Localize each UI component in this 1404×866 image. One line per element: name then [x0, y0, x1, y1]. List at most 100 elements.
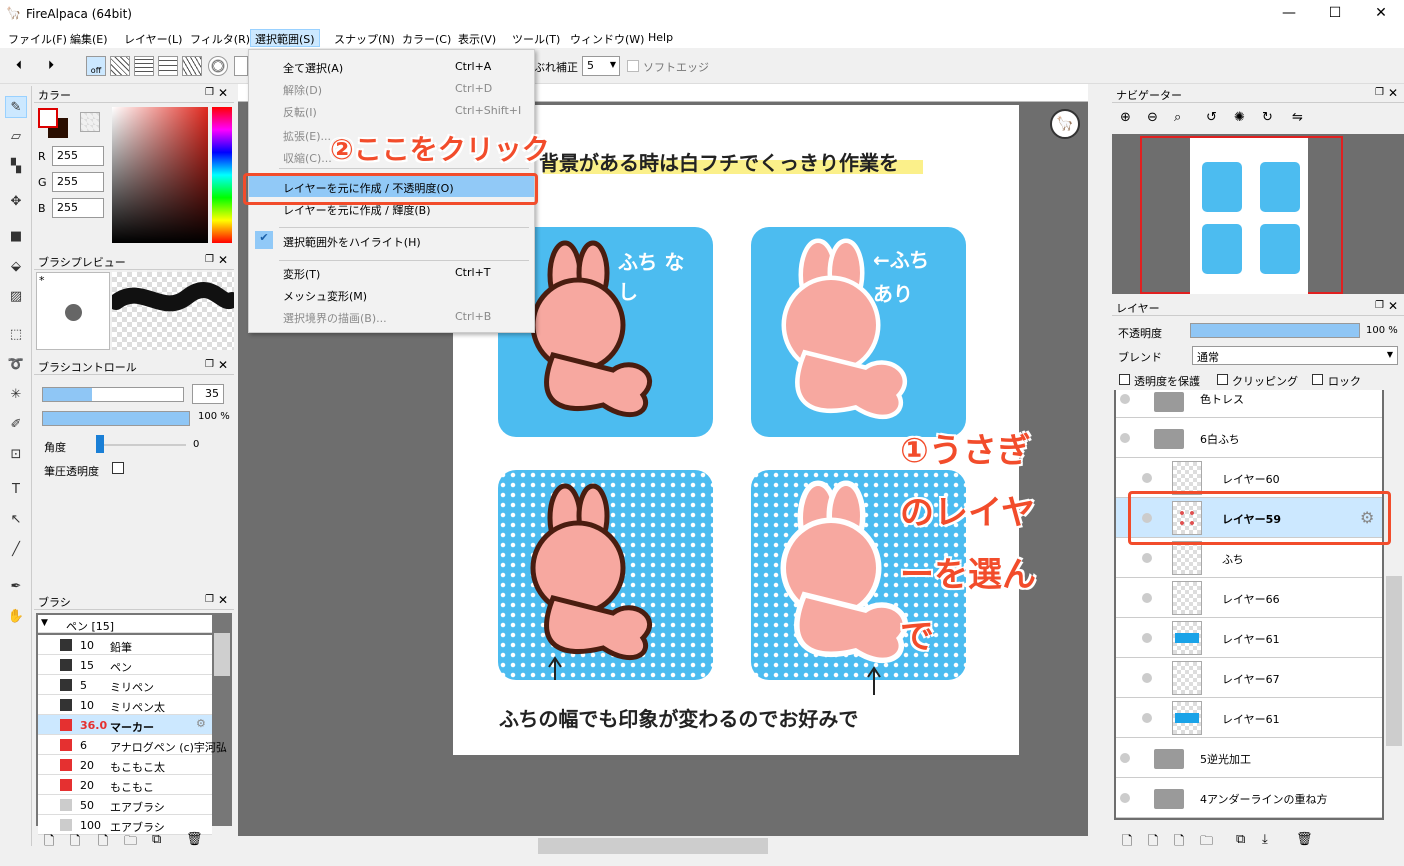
r-input[interactable]: 255 [52, 146, 104, 166]
menu-edit[interactable]: 編集(E) [70, 31, 108, 47]
brush-item[interactable]: 10 鉛筆 [38, 635, 212, 655]
dot-tool-icon[interactable]: ▚ [5, 156, 27, 178]
select-menu-item[interactable]: 全て選択(A) Ctrl+A [249, 56, 534, 77]
brush-item[interactable]: 50 エアブラシ [38, 795, 212, 815]
rotate-reset-icon[interactable]: ✺ [1234, 110, 1245, 125]
color-sv-picker[interactable] [112, 107, 208, 243]
angle-slider-thumb[interactable] [96, 435, 104, 453]
gradient-tool-icon[interactable]: ▨ [5, 286, 27, 308]
pin-icon[interactable]: ❐ [205, 594, 214, 605]
brush-item[interactable]: 10 ミリペン太 [38, 695, 212, 715]
menu-help[interactable]: Help [648, 31, 673, 44]
visibility-eye-icon[interactable] [1120, 394, 1130, 404]
g-input[interactable]: 255 [52, 172, 104, 192]
transparent-color-swatch[interactable] [80, 112, 100, 132]
select-menu-item[interactable]: メッシュ変形(M) [249, 284, 534, 305]
select-menu-item[interactable]: 解除(D) Ctrl+D [249, 78, 534, 99]
layer-row[interactable]: レイヤー61 [1116, 698, 1382, 738]
brush-item[interactable]: 6 アナログペン (c)宇河弘 [38, 735, 227, 755]
divide-tool-icon[interactable]: ╱ [5, 539, 27, 561]
canvas-vertical-scrollbar[interactable] [1090, 102, 1106, 836]
visibility-eye-icon[interactable] [1142, 713, 1152, 723]
canvas-horizontal-scrollbar[interactable] [238, 836, 1090, 856]
brush-list-scrollbar[interactable] [214, 633, 230, 676]
operation-tool-icon[interactable]: ↖ [5, 509, 27, 531]
lasso-tool-icon[interactable]: ➰ [5, 354, 27, 376]
hand-tool-icon[interactable]: ✋ [5, 606, 27, 628]
move-tool-icon[interactable]: ✥ [5, 191, 27, 213]
merge-layer-icon[interactable]: ⤓ [1262, 832, 1268, 847]
visibility-eye-icon[interactable] [1142, 673, 1152, 683]
close-icon[interactable]: ✕ [1388, 86, 1398, 100]
snap-horizontal-icon[interactable] [158, 56, 178, 76]
canvas-scroll-thumb[interactable] [538, 838, 768, 854]
menu-tool[interactable]: ツール(T) [512, 31, 560, 47]
menu-snap[interactable]: スナップ(N) [334, 31, 395, 47]
brush-settings-icon[interactable]: 🗋 [70, 832, 80, 854]
eraser-tool-icon[interactable]: ▱ [5, 126, 27, 148]
pen-tool-icon[interactable]: ✎ [5, 96, 27, 118]
prev-icon[interactable]: ⏴ [16, 58, 22, 73]
gear-icon[interactable]: ⚙ [196, 717, 206, 730]
brush-opacity-slider[interactable] [42, 411, 190, 426]
blend-select[interactable]: 通常 ▼ [1192, 346, 1398, 365]
close-icon[interactable]: ✕ [218, 86, 228, 100]
pin-icon[interactable]: ❐ [1375, 300, 1384, 311]
duplicate-brush-icon[interactable]: ⧉ [152, 832, 161, 847]
flip-icon[interactable]: ⇋ [1292, 110, 1303, 125]
snap-parallel-icon[interactable] [110, 56, 130, 76]
rotate-right-icon[interactable]: ↻ [1262, 110, 1273, 125]
menu-filter[interactable]: フィルタ(R) [190, 31, 250, 47]
layer-row[interactable]: レイヤー67 [1116, 658, 1382, 698]
new-8bit-layer-icon[interactable]: 🗋 [1148, 832, 1158, 854]
snap-circle-icon[interactable] [208, 56, 228, 76]
menu-view[interactable]: 表示(V) [458, 31, 496, 47]
eyedropper-tool-icon[interactable]: ✒ [5, 576, 27, 598]
navigator-preview[interactable] [1112, 134, 1404, 294]
text-tool-icon[interactable]: T [5, 479, 27, 501]
visibility-eye-icon[interactable] [1120, 433, 1130, 443]
brush-group-header[interactable]: ▼ ペン [15] [38, 615, 212, 633]
rotate-left-icon[interactable]: ↺ [1206, 110, 1217, 125]
menu-file[interactable]: ファイル(F) [8, 31, 67, 47]
select-rect-tool-icon[interactable]: ⬚ [5, 324, 27, 346]
stabilizer-select[interactable]: 5 ▼ [582, 56, 620, 76]
zoom-out-icon[interactable]: ⊖ [1147, 110, 1158, 125]
brush-item[interactable]: 15 ペン [38, 655, 212, 675]
close-icon[interactable]: ✕ [218, 253, 228, 267]
duplicate-layer-icon[interactable]: ⧉ [1236, 832, 1245, 847]
zoom-fit-icon[interactable]: ⌕ [1174, 110, 1181, 125]
close-button[interactable]: ✕ [1358, 0, 1404, 28]
menu-window[interactable]: ウィンドウ(W) [570, 31, 644, 47]
select-menu-item[interactable]: 反転(I) Ctrl+Shift+I [249, 100, 534, 121]
brush-item[interactable]: 5 ミリペン [38, 675, 212, 695]
new-layer-icon[interactable]: 🗋 [1122, 832, 1132, 854]
close-icon[interactable]: ✕ [218, 358, 228, 372]
protect-alpha-checkbox[interactable] [1119, 374, 1130, 385]
select-menu-item[interactable]: 選択境界の描画(B)... Ctrl+B [249, 306, 534, 327]
delete-layer-icon[interactable]: 🗑 [1296, 832, 1313, 847]
select-eraser-tool-icon[interactable]: ⊡ [5, 444, 27, 466]
bucket-tool-icon[interactable]: ⬙ [5, 256, 27, 278]
lock-checkbox[interactable] [1312, 374, 1323, 385]
snap-grid-icon[interactable] [134, 56, 154, 76]
brush-size-input[interactable]: 35 [192, 384, 224, 404]
layer-row[interactable]: 5逆光加工 [1116, 738, 1382, 778]
menu-color[interactable]: カラー(C) [402, 31, 451, 47]
pin-icon[interactable]: ❐ [205, 254, 214, 265]
clipping-checkbox[interactable] [1217, 374, 1228, 385]
angle-slider[interactable] [96, 444, 186, 446]
visibility-eye-icon[interactable] [1120, 793, 1130, 803]
foreground-color-swatch[interactable] [38, 108, 58, 128]
fill-rect-tool-icon[interactable]: ■ [5, 226, 27, 248]
hue-slider[interactable] [212, 107, 232, 243]
layer-row[interactable]: 4アンダーラインの重ね方 [1116, 778, 1382, 818]
layer-row[interactable]: 6白ふち [1116, 418, 1382, 458]
brush-item[interactable]: 20 もこもこ [38, 775, 212, 795]
select-menu-item[interactable]: 変形(T) Ctrl+T [249, 262, 534, 283]
snap-off-button[interactable]: off [86, 56, 106, 76]
visibility-eye-icon[interactable] [1142, 473, 1152, 483]
visibility-eye-icon[interactable] [1142, 553, 1152, 563]
new-brush-icon[interactable]: 🗋 [44, 832, 54, 854]
brush-item[interactable]: 36.0 マーカー ⚙ [38, 715, 212, 735]
